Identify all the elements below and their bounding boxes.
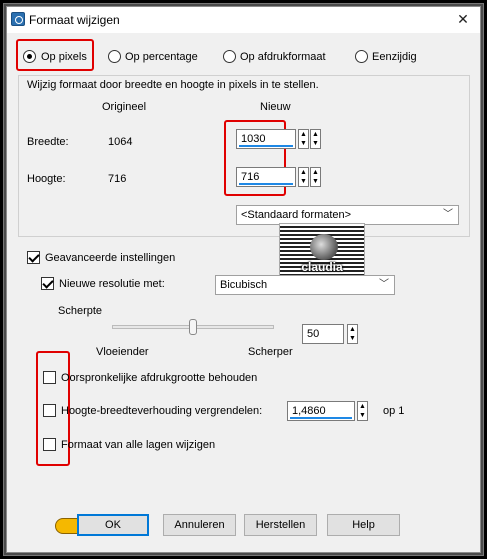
advanced-settings-checkbox[interactable] (27, 251, 40, 264)
width-label: Breedte: (27, 136, 69, 148)
aspect-suffix: op 1 (383, 405, 405, 417)
resize-all-layers-checkbox[interactable] (43, 438, 56, 451)
width-input-underline (239, 145, 293, 147)
radio-op-percentage[interactable] (108, 50, 121, 63)
slider-left-label: Vloeiender (96, 346, 149, 358)
logo-flower (310, 234, 338, 260)
title-bar: Formaat wijzigen ✕ (7, 7, 480, 33)
lock-aspect-label[interactable]: Hoogte-breedteverhouding vergrendelen: (61, 405, 262, 417)
height-new-value: 716 (241, 171, 260, 183)
resize-dialog: Formaat wijzigen ✕ Op pixels Op percenta… (6, 6, 481, 553)
help-button[interactable]: Help (327, 514, 400, 536)
advanced-settings-label[interactable]: Geavanceerde instellingen (45, 252, 175, 264)
column-original: Origineel (102, 101, 147, 113)
width-spin-extra[interactable]: ▲ ▼ (310, 129, 321, 149)
new-resolution-checkbox[interactable] (41, 277, 54, 290)
radio-eenzijdig[interactable] (355, 50, 368, 63)
width-spin-button[interactable]: ▲ ▼ (298, 129, 309, 149)
new-resolution-label[interactable]: Nieuwe resolutie met: (59, 278, 165, 290)
radio-op-afdrukformaat-label[interactable]: Op afdrukformaat (240, 51, 326, 63)
radio-op-afdrukformaat[interactable] (223, 50, 236, 63)
lock-aspect-checkbox[interactable] (43, 404, 56, 417)
keep-print-size-label[interactable]: Oorspronkelijke afdrukgrootte behouden (61, 372, 257, 384)
preset-sizes-dropdown[interactable]: <Standaard formaten> ﹀ (236, 205, 459, 225)
slider-right-label: Scherper (248, 346, 293, 358)
window-title: Formaat wijzigen (29, 13, 120, 27)
width-new-input[interactable]: 1030 (236, 129, 296, 149)
radio-op-pixels[interactable] (23, 50, 36, 63)
width-new-value: 1030 (241, 133, 266, 145)
radio-eenzijdig-label[interactable]: Eenzijdig (372, 51, 417, 63)
sharpness-value: 50 (307, 328, 320, 340)
height-spin-extra[interactable]: ▲ ▼ (310, 167, 321, 187)
close-button[interactable]: ✕ (454, 10, 472, 28)
sharpness-label: Scherpte (58, 305, 103, 317)
width-original: 1064 (108, 136, 133, 148)
sharpness-input[interactable]: 50 (302, 324, 344, 344)
height-label: Hoogte: (27, 173, 66, 185)
keep-print-size-checkbox[interactable] (43, 371, 56, 384)
cancel-button[interactable]: Annuleren (163, 514, 236, 536)
logo-text: claudia (301, 260, 343, 274)
height-spin-button[interactable]: ▲ ▼ (298, 167, 309, 187)
sharpness-spin-button[interactable]: ▲ ▼ (347, 324, 358, 344)
resolution-method-dropdown[interactable]: Bicubisch ﹀ (215, 275, 395, 295)
resolution-method-value: Bicubisch (220, 279, 268, 291)
height-original: 716 (108, 173, 127, 185)
ok-button[interactable]: OK (77, 514, 149, 536)
radio-op-percentage-label[interactable]: Op percentage (125, 51, 198, 63)
resize-all-layers-label[interactable]: Formaat van alle lagen wijzigen (61, 439, 215, 451)
chevron-down-icon: ﹀ (379, 279, 389, 290)
aspect-ratio-value: 1,4860 (292, 405, 326, 417)
chevron-down-icon: ﹀ (443, 209, 453, 220)
reset-button[interactable]: Herstellen (244, 514, 317, 536)
app-icon (11, 12, 25, 26)
preset-sizes-value: <Standaard formaten> (241, 209, 352, 221)
radio-op-pixels-label[interactable]: Op pixels (41, 51, 87, 63)
aspect-ratio-input[interactable]: 1,4860 (287, 401, 355, 421)
height-new-input[interactable]: 716 (236, 167, 296, 187)
aspect-input-underline (290, 417, 352, 419)
height-input-underline (239, 183, 293, 185)
column-new: Nieuw (260, 101, 291, 113)
aspect-spin-button[interactable]: ▲ ▼ (357, 401, 368, 421)
size-description: Wijzig formaat door breedte en hoogte in… (27, 79, 319, 91)
sharpness-slider-thumb[interactable] (189, 319, 197, 335)
